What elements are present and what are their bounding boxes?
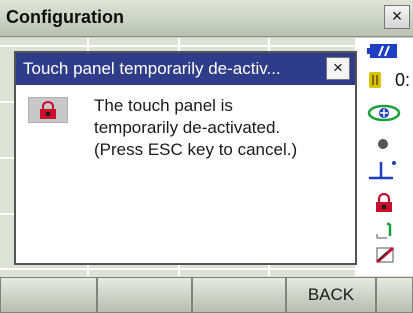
touch-panel-dialog: Touch panel temporarily de-activ... × Th… — [14, 51, 357, 265]
input-mode-icon — [375, 218, 397, 245]
target-dot-icon — [377, 137, 389, 155]
lock-icon — [28, 97, 68, 123]
softkey-5[interactable] — [376, 277, 413, 313]
pen-disabled-icon — [375, 244, 397, 271]
message-line: (Press ESC key to cancel.) — [94, 140, 298, 159]
softkey-2[interactable] — [97, 277, 192, 313]
memory-value: 0: — [395, 70, 411, 90]
softkey-3[interactable] — [192, 277, 286, 313]
back-softkey[interactable]: BACK — [286, 277, 376, 313]
softkey-1[interactable] — [0, 277, 97, 313]
window-titlebar: Configuration × — [0, 0, 413, 37]
memory-icon — [369, 72, 381, 93]
dialog-body: The touch panel is temporarily de-activa… — [16, 85, 355, 263]
laser-plummet-icon[interactable] — [367, 158, 401, 187]
softkey-bar: BACK — [0, 276, 413, 313]
status-sidebar: 0: — [355, 38, 413, 276]
dialog-title: Touch panel temporarily de-activ... — [23, 59, 281, 78]
dialog-message: The touch panel is temporarily de-activa… — [94, 95, 350, 161]
dialog-close-button[interactable]: × — [326, 57, 350, 80]
grid-line — [0, 45, 355, 47]
tilt-compensation-icon[interactable] — [367, 104, 401, 127]
dialog-titlebar: Touch panel temporarily de-activ... × — [16, 53, 355, 85]
message-line: The touch panel is — [94, 96, 233, 115]
lock-icon — [375, 192, 393, 218]
grid-line — [0, 268, 355, 270]
battery-icon — [367, 44, 397, 63]
window-close-button[interactable]: × — [384, 5, 410, 29]
window-title: Configuration — [6, 7, 124, 27]
message-line: temporarily de-activated. — [94, 118, 281, 137]
